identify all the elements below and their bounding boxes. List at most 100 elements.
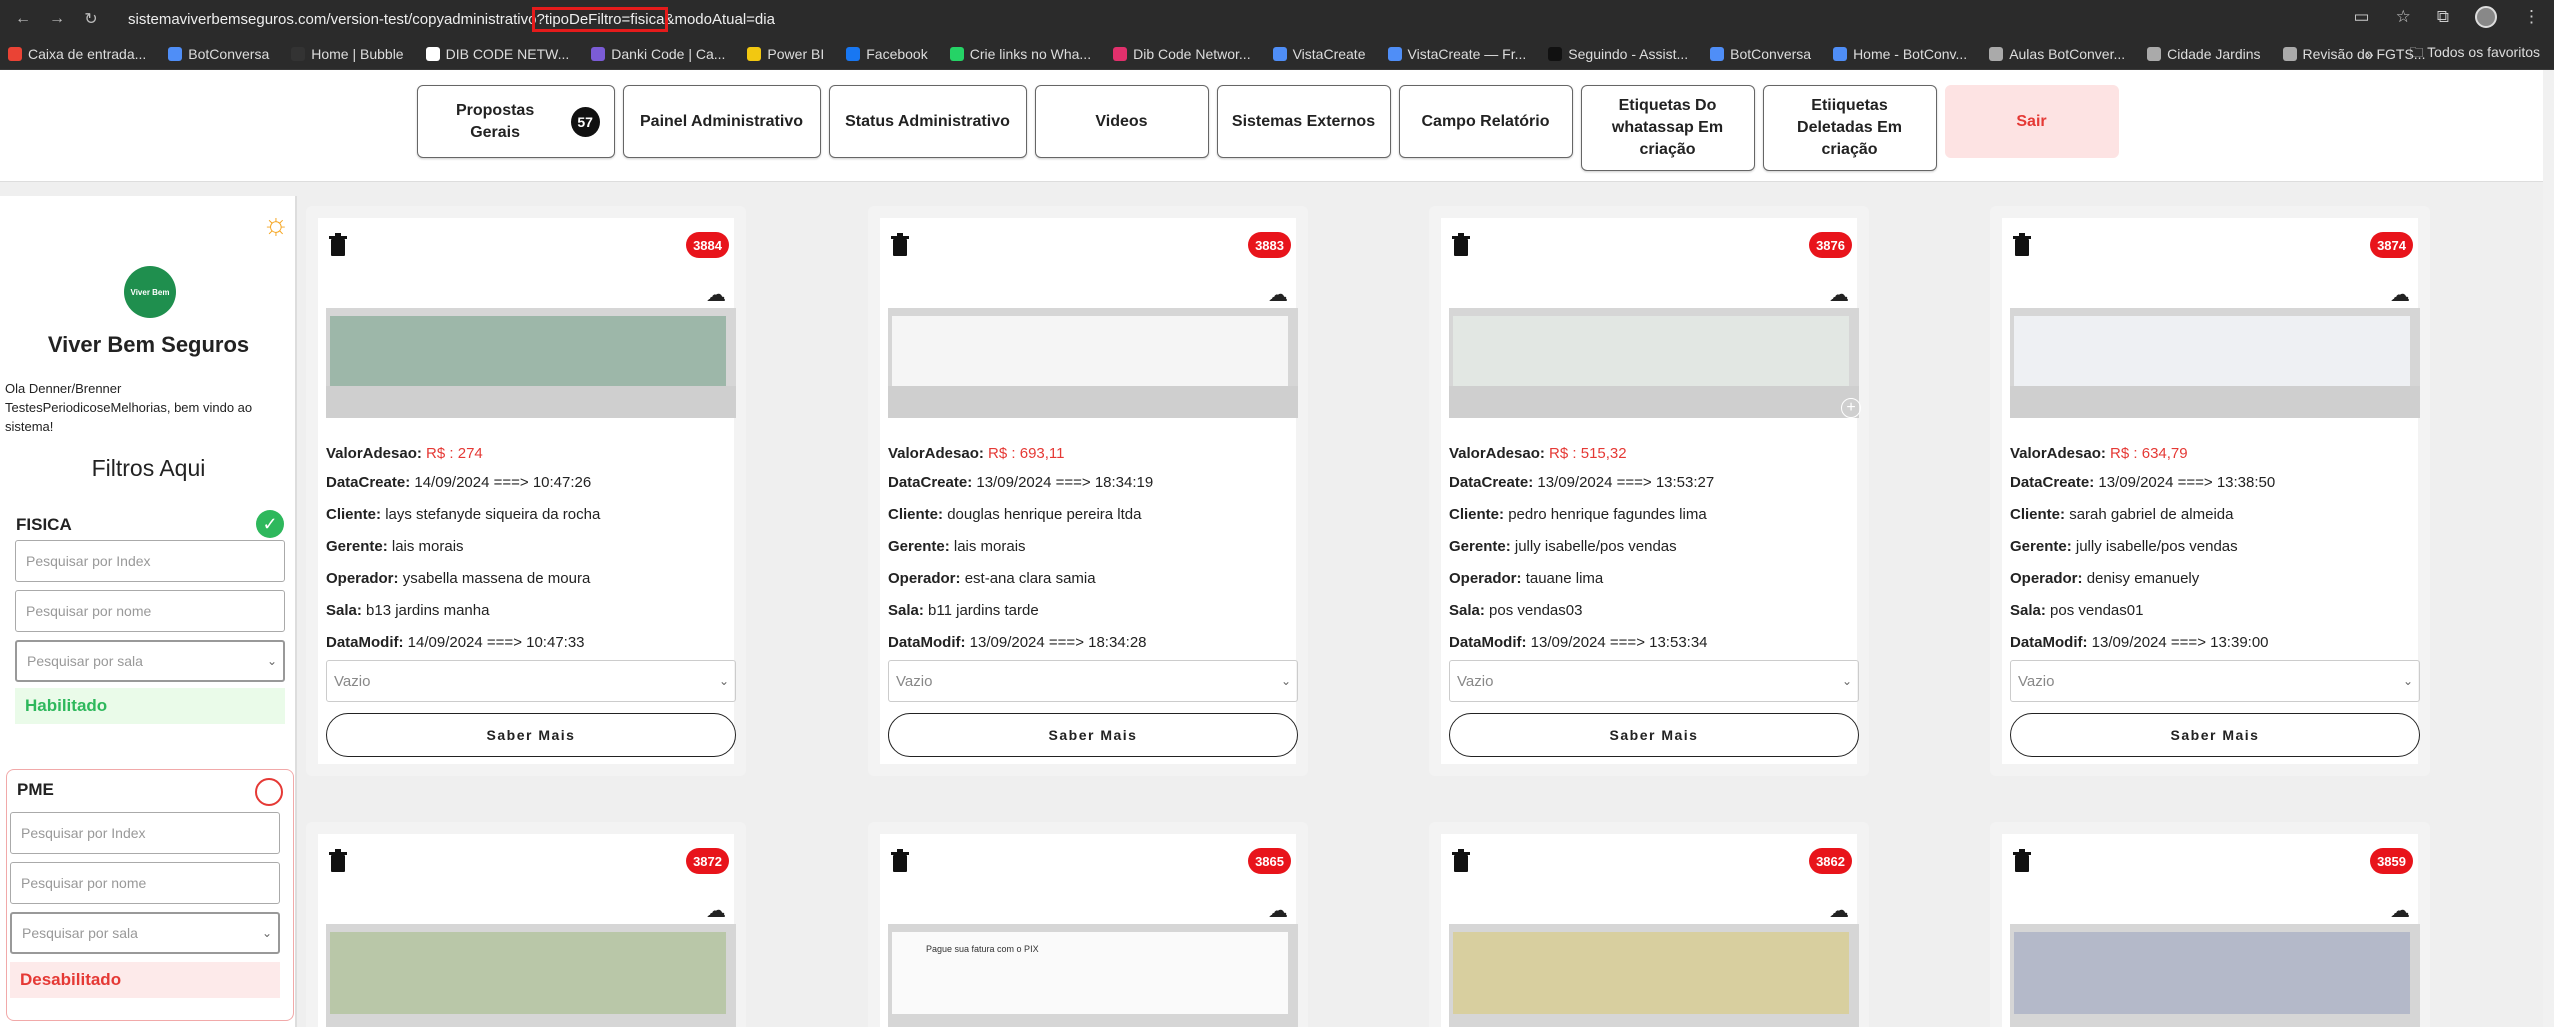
bookmark-favicon-icon [291, 46, 306, 61]
saber-mais-button[interactable]: Saber Mais [326, 713, 736, 757]
profile-avatar[interactable] [2475, 6, 2497, 28]
cloud-download-icon[interactable]: ☁ [2390, 898, 2410, 923]
nav-button[interactable]: Painel Administrativo [622, 85, 821, 158]
field-value: R$ : 634,79 [2110, 445, 2188, 462]
document-image [2014, 932, 2410, 1014]
bookmark-item[interactable]: Crie links no Wha... [949, 46, 1091, 62]
page-scrollbar[interactable] [2543, 70, 2554, 1027]
nav-button[interactable]: Sistemas Externos [1216, 85, 1391, 158]
document-thumbnail[interactable] [326, 308, 736, 418]
cloud-download-icon[interactable]: ☁ [1829, 282, 1849, 307]
nav-button[interactable]: Campo Relatório [1398, 85, 1573, 158]
proposal-card: 3876 ☁ + ValorAdesao: R$ : 515,32 DataCreate… [1429, 206, 1869, 776]
document-thumbnail[interactable] [888, 308, 1298, 418]
pme-nome-input[interactable]: Pesquisar por nome [10, 862, 280, 904]
field-value: 13/09/2024 ===> 13:53:27 [1537, 474, 1715, 491]
pme-sala-select[interactable]: Pesquisar por sala ⌄ [10, 912, 280, 954]
field-datamodif: DataModif: 13/09/2024 ===> 13:53:34 [1449, 634, 1708, 651]
field-sala: Sala: b13 jardins manha [326, 602, 489, 619]
reload-icon[interactable]: ↻ [78, 6, 104, 32]
nav-button[interactable]: Etiiquetas Deletadas Em criação [1762, 85, 1937, 171]
fisica-sala-select[interactable]: Pesquisar por sala ⌄ [15, 640, 285, 682]
fisica-nome-input[interactable]: Pesquisar por nome [15, 590, 285, 632]
bookmark-item[interactable]: Cidade Jardins [2147, 46, 2261, 62]
check-icon[interactable]: ✓ [256, 510, 284, 538]
saber-mais-button[interactable]: Saber Mais [1449, 713, 1859, 757]
cloud-download-icon[interactable]: ☁ [1829, 898, 1849, 923]
nav-button[interactable]: Videos [1034, 85, 1209, 158]
cloud-download-icon[interactable]: ☁ [2390, 282, 2410, 307]
more-bookmarks-icon[interactable]: » [2366, 46, 2374, 62]
document-thumbnail[interactable]: Pague sua fatura com o PIX [888, 924, 1298, 1027]
bookmark-item[interactable]: Facebook [846, 46, 928, 62]
saber-mais-button[interactable]: Saber Mais [2010, 713, 2420, 757]
bookmark-item[interactable]: Home - BotConv... [1833, 46, 1967, 62]
bookmark-item[interactable]: VistaCreate — Fr... [1387, 46, 1526, 62]
document-thumbnail[interactable] [326, 924, 736, 1027]
cast-icon[interactable]: ▭ [2354, 7, 2370, 27]
status-select[interactable]: Vazio ⌄ [888, 660, 1298, 702]
logout-button[interactable]: Sair [1944, 85, 2119, 158]
cloud-download-icon[interactable]: ☁ [706, 282, 726, 307]
trash-icon[interactable] [328, 849, 348, 873]
field-value: pos vendas03 [1489, 602, 1583, 619]
extensions-icon[interactable]: ⧉ [2437, 7, 2449, 27]
nav-button[interactable]: Status Administrativo [828, 85, 1027, 158]
menu-icon[interactable]: ⋮ [2523, 7, 2540, 27]
thumbnail-bar [326, 386, 736, 418]
all-favorites[interactable]: 🗀 Todos os favoritos [2410, 42, 2540, 66]
pme-title: PME [17, 780, 54, 799]
fisica-index-input[interactable]: Pesquisar por Index [15, 540, 285, 582]
chevron-down-icon: ⌄ [1841, 674, 1852, 688]
saber-mais-button[interactable]: Saber Mais [888, 713, 1298, 757]
document-thumbnail[interactable] [1449, 924, 1859, 1027]
bookmark-item[interactable]: Danki Code | Ca... [591, 46, 725, 62]
status-select[interactable]: Vazio ⌄ [326, 660, 736, 702]
status-select[interactable]: Vazio ⌄ [2010, 660, 2420, 702]
nav-button[interactable]: Propostas Gerais 57 [416, 85, 615, 158]
bookmark-item[interactable]: Caixa de entrada... [8, 46, 146, 62]
back-icon[interactable]: ← [10, 6, 36, 32]
forward-icon[interactable]: → [44, 6, 70, 32]
bookmark-label: Power BI [767, 45, 825, 62]
field-label: ValorAdesao: [888, 445, 984, 462]
trash-icon[interactable] [890, 849, 910, 873]
bookmark-item[interactable]: Seguindo - Assist... [1548, 46, 1688, 62]
field-valor: ValorAdesao: R$ : 693,11 [888, 445, 1065, 462]
bookmark-item[interactable]: BotConversa [168, 46, 269, 62]
nav-button[interactable]: Etiquetas Do whatassap Em criação [1580, 85, 1755, 171]
trash-icon[interactable] [328, 233, 348, 257]
cloud-download-icon[interactable]: ☁ [1268, 898, 1288, 923]
sun-icon[interactable]: ☼ [262, 210, 292, 240]
field-value: b11 jardins tarde [928, 602, 1039, 619]
document-thumbnail[interactable] [2010, 308, 2420, 418]
bookmark-item[interactable]: Dib Code Networ... [1113, 46, 1251, 62]
bookmark-item[interactable]: Power BI [747, 46, 824, 62]
proposal-id-badge: 3874 [2370, 232, 2413, 258]
document-thumbnail[interactable] [2010, 924, 2420, 1027]
thumbnail-bar [888, 386, 1298, 418]
nav-button-label: Campo Relatório [1421, 112, 1550, 130]
document-image [330, 932, 726, 1014]
pme-index-input[interactable]: Pesquisar por Index [10, 812, 280, 854]
bookmark-item[interactable]: DIB CODE NETW... [425, 46, 569, 62]
address-bar[interactable]: sistemaviverbemseguros.com/version-test/… [128, 5, 2398, 33]
trash-icon[interactable] [2012, 849, 2032, 873]
bookmark-item[interactable]: VistaCreate [1272, 46, 1366, 62]
cloud-download-icon[interactable]: ☁ [706, 898, 726, 923]
cloud-download-icon[interactable]: ☁ [1268, 282, 1288, 307]
trash-icon[interactable] [890, 233, 910, 257]
bookmark-item[interactable]: Aulas BotConver... [1989, 46, 2125, 62]
status-select[interactable]: Vazio ⌄ [1449, 660, 1859, 702]
trash-icon[interactable] [2012, 233, 2032, 257]
document-thumbnail[interactable] [1449, 308, 1859, 418]
radio-empty-icon[interactable] [255, 778, 283, 806]
bookmark-star-icon[interactable]: ☆ [2396, 7, 2411, 27]
trash-icon[interactable] [1451, 849, 1471, 873]
bookmark-item[interactable]: Home | Bubble [291, 46, 404, 62]
trash-icon[interactable] [1451, 233, 1471, 257]
add-icon[interactable]: + [1841, 398, 1861, 418]
field-value: b13 jardins manha [366, 602, 490, 619]
field-label: ValorAdesao: [326, 445, 422, 462]
bookmark-item[interactable]: BotConversa [1710, 46, 1811, 62]
